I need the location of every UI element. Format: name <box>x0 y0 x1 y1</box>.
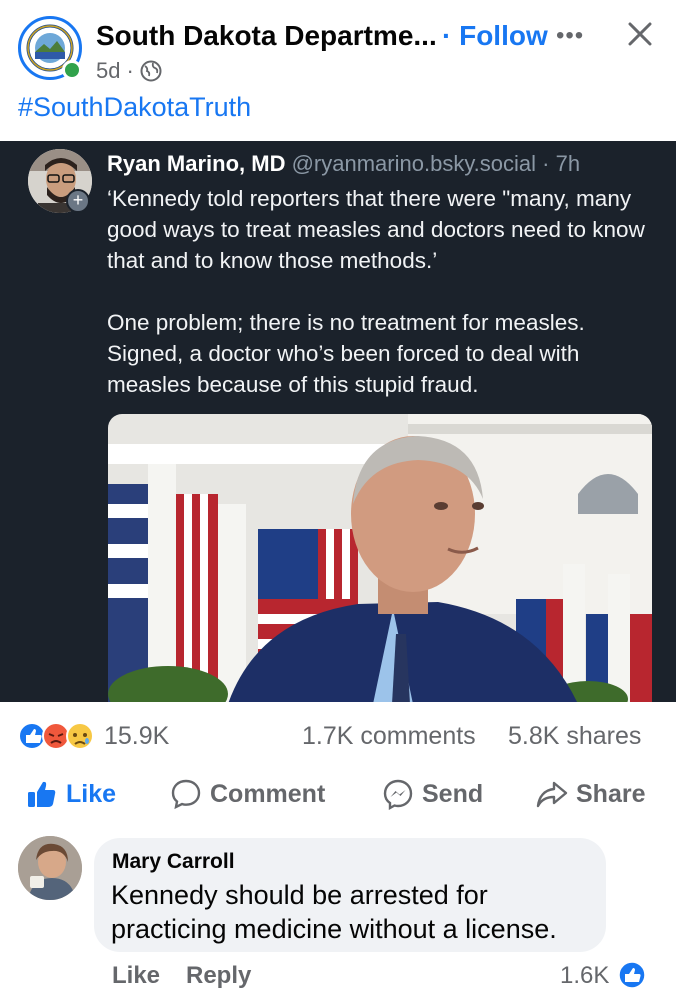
page-name[interactable]: South Dakota Departme... <box>96 20 437 52</box>
send-button[interactable]: Send <box>382 770 483 818</box>
like-reaction-icon <box>618 961 646 989</box>
post-paragraph: ‘Kennedy told reporters that there were … <box>107 186 645 273</box>
comment-like-button[interactable]: Like <box>112 962 160 990</box>
author-name: Ryan Marino, MD <box>107 151 286 176</box>
like-label: Like <box>66 779 117 808</box>
share-button[interactable]: Share <box>536 770 645 818</box>
photo <box>108 414 652 702</box>
comment-bubble[interactable]: Mary Carroll Kennedy should be arrested … <box>94 838 606 952</box>
close-icon[interactable] <box>622 16 658 52</box>
post-meta: 5d · <box>96 58 162 84</box>
reactions-icon[interactable] <box>18 720 102 752</box>
online-status-dot <box>62 60 82 80</box>
share-arrow-icon <box>536 781 568 808</box>
portrait-photo <box>108 414 652 702</box>
comment-reply-button[interactable]: Reply <box>186 962 251 990</box>
follow-button[interactable]: · Follow <box>442 20 548 52</box>
comment-button[interactable]: Comment <box>170 770 325 818</box>
post-paragraph: One problem; there is no treatment for m… <box>107 310 585 397</box>
follow-plus-badge: + <box>66 189 90 213</box>
commenter-photo <box>18 836 82 900</box>
messenger-icon <box>383 779 413 810</box>
engagement-stats: 15.9K 1.7K comments 5.8K shares <box>0 714 676 758</box>
comment-icon <box>171 779 201 810</box>
send-label: Send <box>422 779 484 808</box>
embedded-post-image[interactable]: + Ryan Marino, MD @ryanmarino.bsky.socia… <box>0 141 676 702</box>
more-options-icon[interactable]: ••• <box>556 22 584 50</box>
comment-actions: Like Reply 1.6K <box>0 958 676 998</box>
globe-icon <box>140 60 162 82</box>
shares-count-link[interactable]: 5.8K shares <box>508 722 641 751</box>
like-button[interactable]: Like <box>26 770 116 818</box>
commenter-name[interactable]: Mary Carroll <box>112 850 235 874</box>
meta-separator: · <box>126 58 134 83</box>
comments-count-link[interactable]: 1.7K comments <box>302 722 476 751</box>
action-bar: Like Comment Send Share <box>0 770 676 818</box>
hashtag-link[interactable]: #SouthDakotaTruth <box>18 92 251 123</box>
embedded-post-text: ‘Kennedy told reporters that there were … <box>107 183 647 431</box>
commenter-avatar[interactable] <box>18 836 82 900</box>
post-time[interactable]: 5d <box>96 58 120 84</box>
share-label: Share <box>576 779 646 808</box>
author-line: Ryan Marino, MD @ryanmarino.bsky.social … <box>107 151 580 177</box>
comment-label: Comment <box>210 779 326 808</box>
author-handle: @ryanmarino.bsky.social · 7h <box>291 151 581 176</box>
comment-text: Kennedy should be arrested for practicin… <box>111 880 557 944</box>
reaction-count[interactable]: 15.9K <box>104 722 169 751</box>
comment-reaction-count[interactable]: 1.6K <box>560 962 609 990</box>
like-thumb-icon <box>28 781 56 807</box>
post-header: South Dakota Departme... · Follow ••• 5d… <box>0 0 676 140</box>
